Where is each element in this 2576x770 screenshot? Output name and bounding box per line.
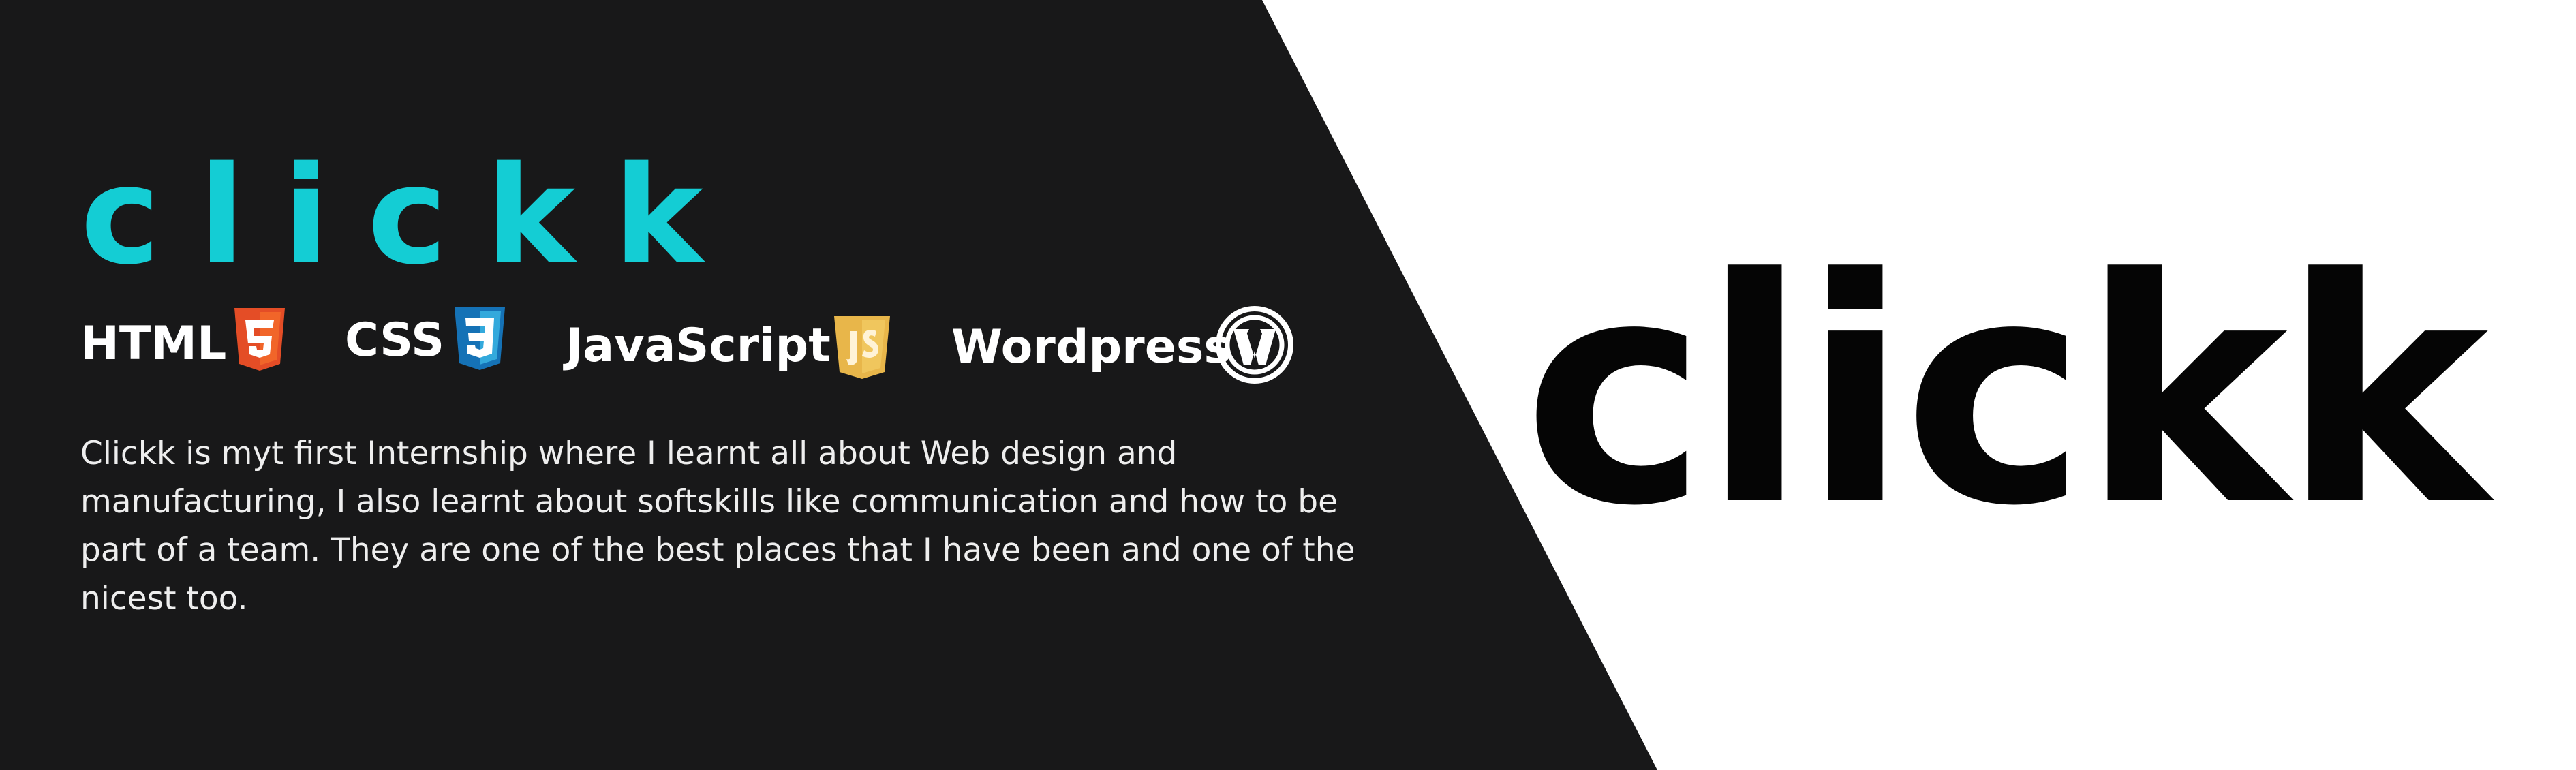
tech-label-wordpress: Wordpress: [951, 320, 1231, 374]
brand-title: clickk: [80, 137, 741, 294]
portfolio-banner: clickk HTML CSS JavaScript Wordpress Cli…: [0, 0, 2576, 770]
tech-label-css: CSS: [345, 313, 445, 367]
css3-icon: [455, 307, 505, 370]
html5-icon: [234, 308, 285, 371]
javascript-icon: [834, 316, 890, 379]
internship-description: Clickk is myt first Internship where I l…: [80, 435, 1355, 617]
tech-label-javascript: JavaScript: [566, 319, 831, 373]
tech-label-html: HTML: [80, 317, 227, 371]
wordpress-icon: [1216, 306, 1293, 384]
clickk-logo: clickk: [1523, 213, 2489, 574]
